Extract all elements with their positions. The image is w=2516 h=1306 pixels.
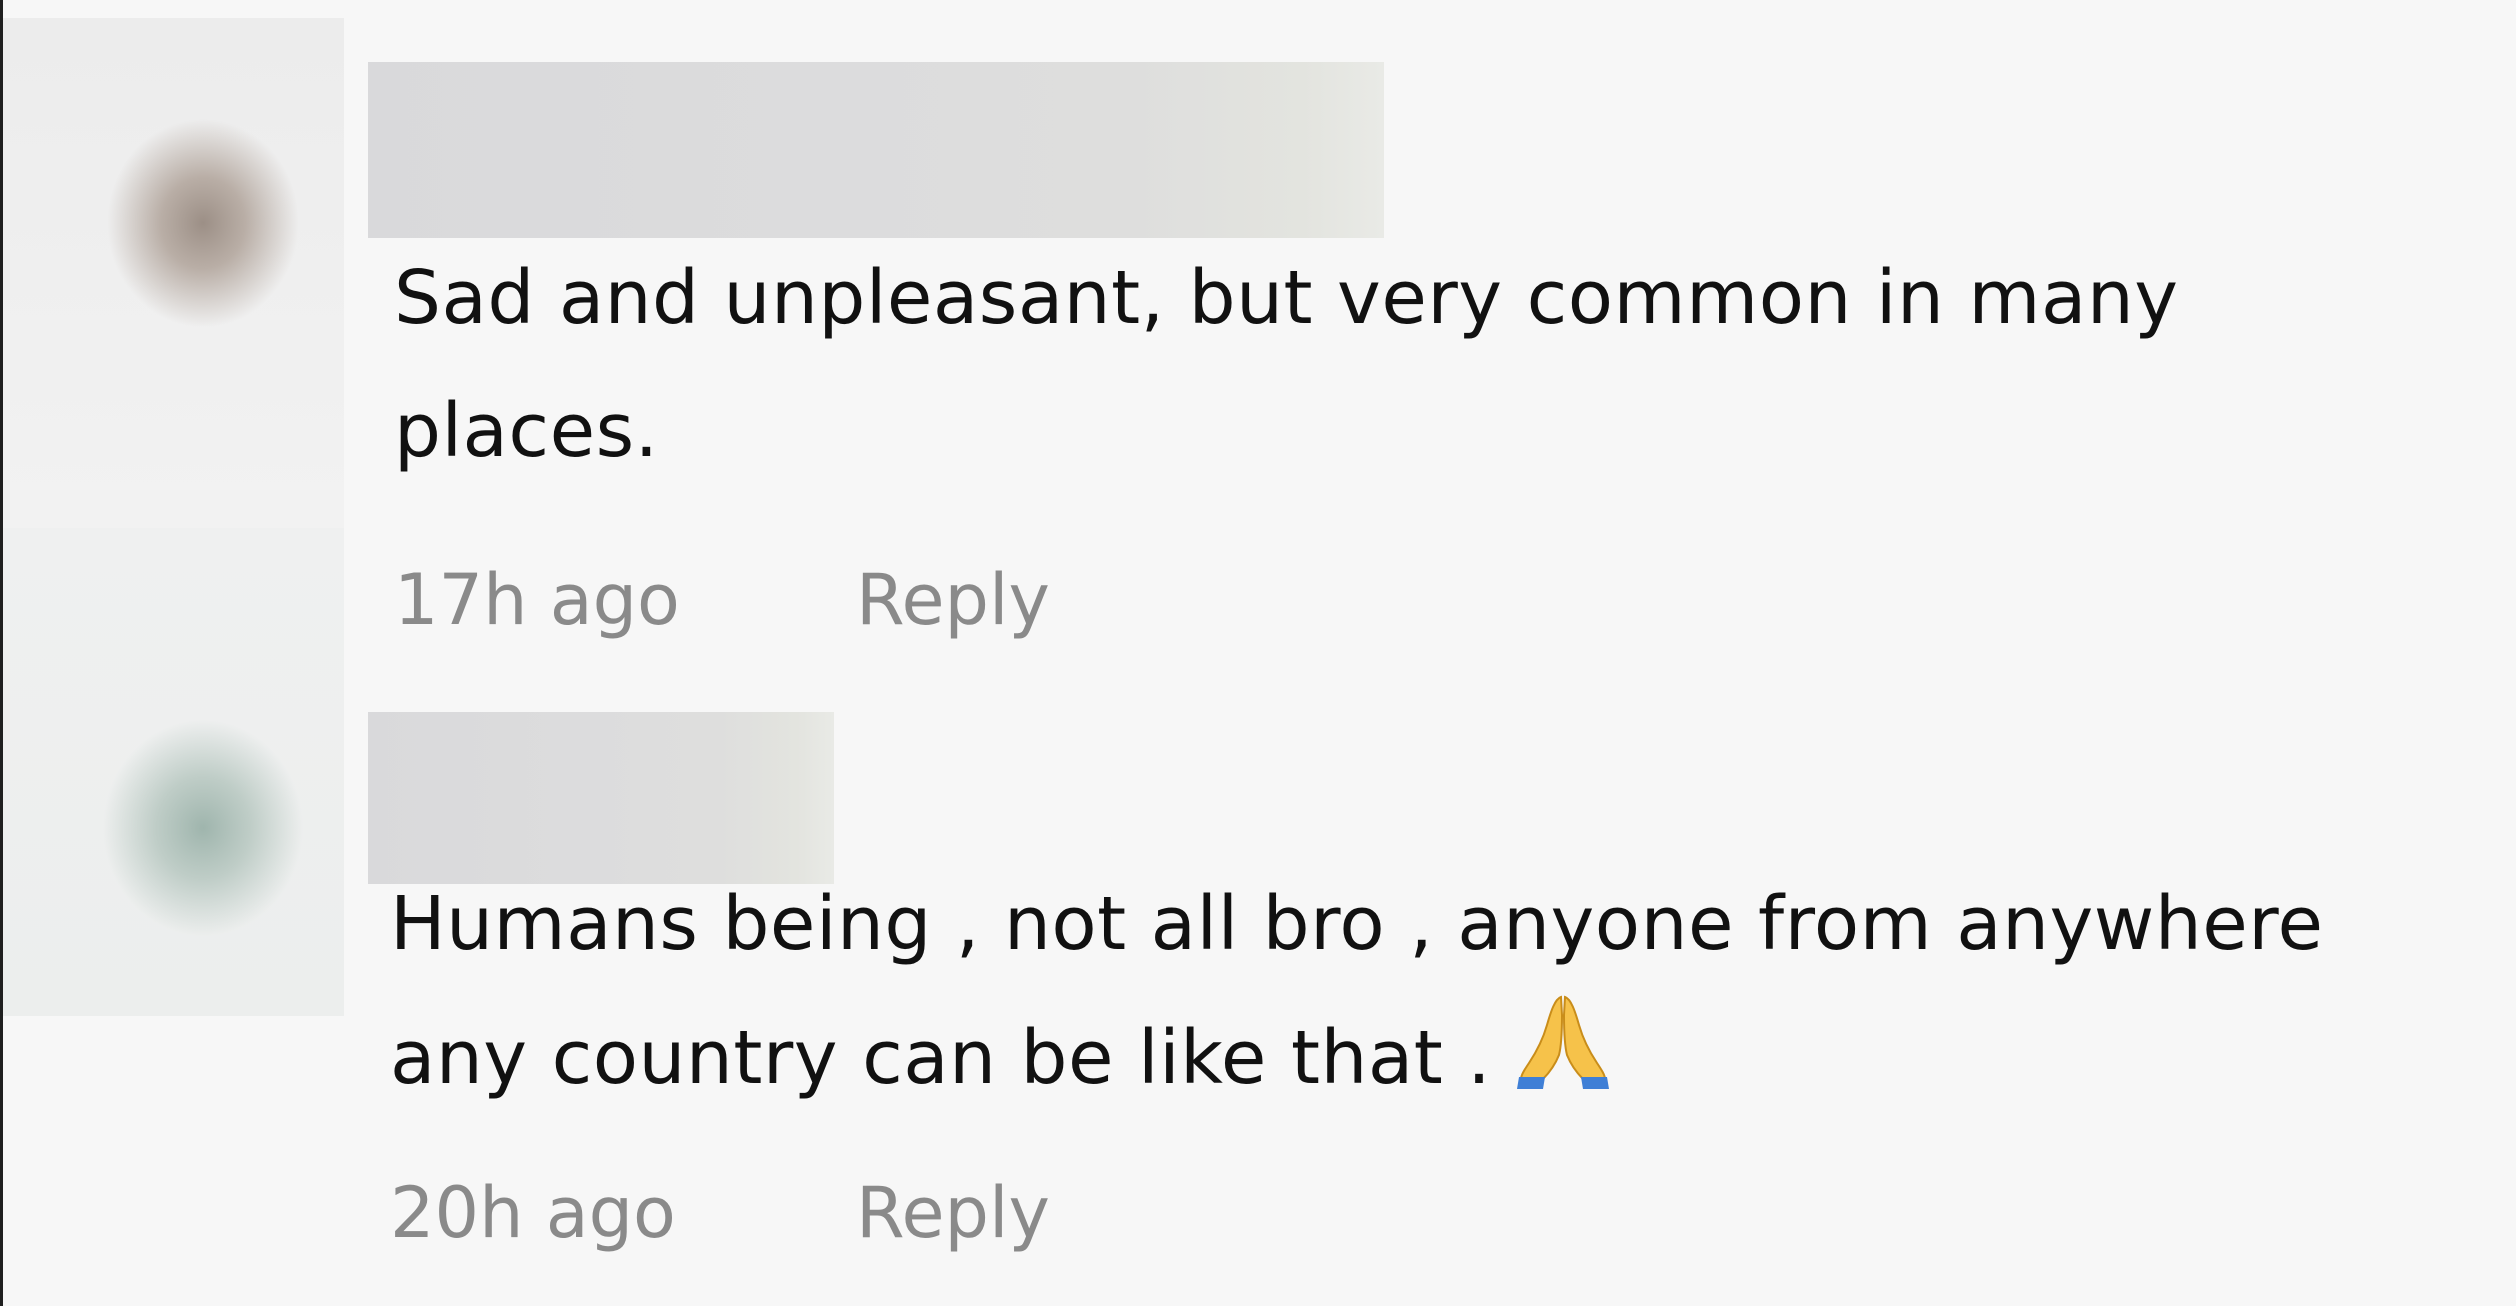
comment-timestamp: 20h ago (390, 1172, 676, 1254)
comment-line: places. (394, 388, 659, 474)
username-redacted[interactable] (368, 62, 1384, 238)
comment-timestamp: 17h ago (394, 559, 680, 641)
comment-body: Humans being , not all bro , anyone from… (390, 858, 2324, 1133)
comment-line: Sad and unpleasant, but very common in m… (394, 255, 2179, 341)
comment-line: any country can be like that . (390, 1015, 1492, 1101)
avatar[interactable] (3, 18, 344, 528)
avatar[interactable] (3, 528, 344, 1016)
reply-button[interactable]: Reply (856, 1168, 1050, 1258)
folded-hands-icon (1513, 991, 1613, 1133)
comment-thread: Sad and unpleasant, but very common in m… (0, 0, 2516, 1306)
comment-line: Humans being , not all bro , anyone from… (390, 881, 2324, 967)
comment-body: Sad and unpleasant, but very common in m… (394, 232, 2179, 498)
reply-button[interactable]: Reply (856, 555, 1050, 645)
